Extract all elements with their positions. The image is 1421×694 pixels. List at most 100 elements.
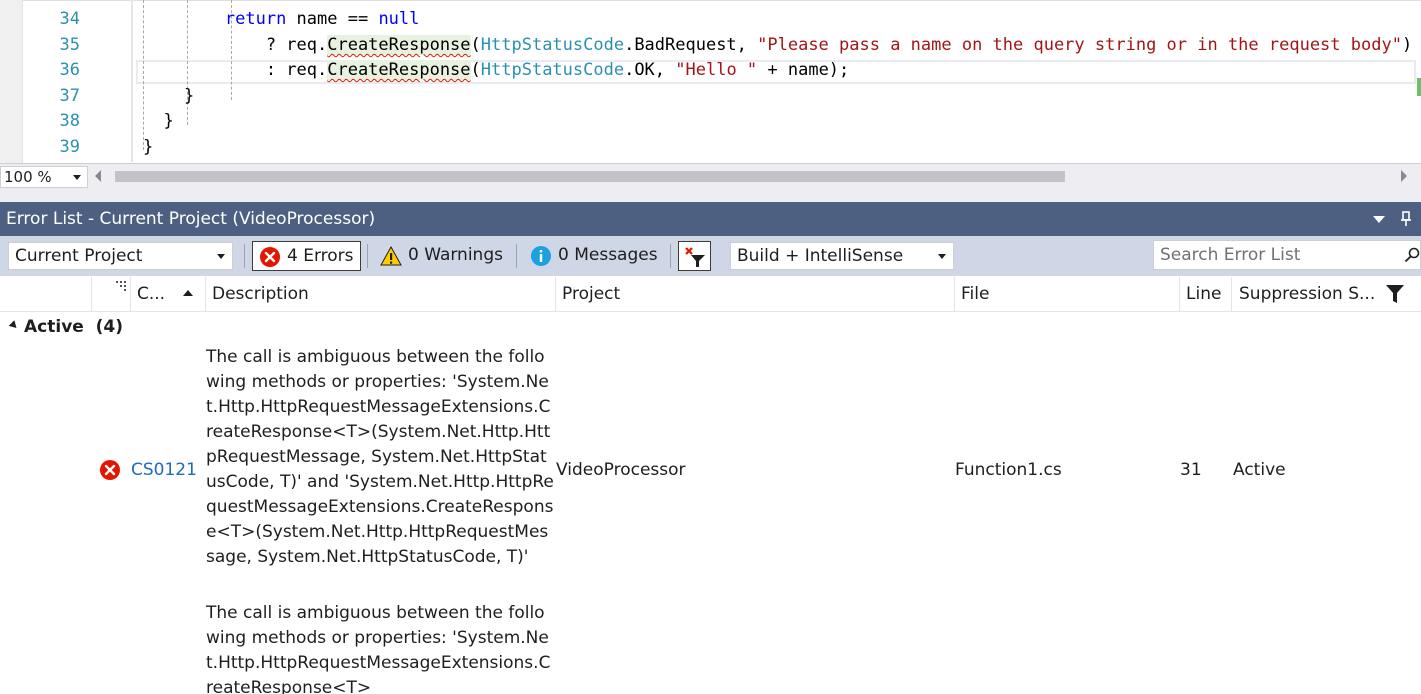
scope-filter-value: Current Project (15, 246, 143, 266)
editor-hscroll-bar: 100 % (0, 163, 1421, 190)
column-separator[interactable] (555, 277, 556, 311)
editor-top-border (0, 0, 1421, 1)
search-icon (1404, 247, 1420, 263)
error-file: Function1.cs (955, 460, 1062, 480)
column-project[interactable]: Project (562, 277, 620, 311)
line-number: 34 (59, 9, 80, 29)
column-separator[interactable] (91, 277, 92, 311)
code-line[interactable]: 35 ? req.CreateResponse(HttpStatusCode.B… (0, 33, 1421, 58)
code-token: ( (470, 60, 481, 80)
line-number: 39 (59, 137, 80, 157)
code-token: + name); (757, 60, 850, 80)
code-token: ) (1401, 35, 1413, 55)
error-list-column-header: C... Description Project File Line Suppr… (0, 277, 1421, 312)
toolbar-separator (367, 244, 368, 268)
error-icon (260, 247, 280, 267)
build-filter-value: Build + IntelliSense (737, 246, 904, 266)
search-error-list-input[interactable]: Search Error List (1153, 240, 1421, 270)
error-list-toolbar: Current Project 4 Errors 0 Warnings 0 Me… (0, 236, 1421, 276)
code-text: return name == null (143, 7, 420, 32)
code-token: ? req. (143, 35, 328, 55)
error-icon (100, 460, 120, 480)
column-code[interactable]: C... (137, 277, 202, 311)
code-token: "Please pass a name on the query string … (757, 35, 1402, 55)
column-separator[interactable] (954, 277, 955, 311)
code-token: : req. (143, 60, 328, 80)
chevron-down-icon (73, 175, 81, 180)
error-line: 31 (1180, 460, 1202, 480)
scroll-left-icon[interactable] (95, 170, 101, 182)
code-text: } (143, 135, 153, 160)
code-text: } (143, 84, 194, 109)
toolbar-separator (516, 244, 517, 268)
code-text: } (143, 109, 174, 134)
line-number: 38 (59, 111, 80, 131)
error-project: VideoProcessor (556, 460, 686, 480)
error-code-link[interactable]: CS0121 (131, 458, 197, 483)
error-squiggle-token: CreateResponse (327, 60, 471, 80)
column-file[interactable]: File (961, 277, 989, 311)
column-separator[interactable] (1179, 277, 1180, 311)
column-code-label: C... (137, 284, 166, 304)
code-token: ( (470, 35, 481, 55)
code-line[interactable]: 37 } (0, 84, 1421, 109)
error-squiggle-token: CreateResponse (327, 35, 471, 55)
code-text: ? req.CreateResponse(HttpStatusCode.BadR… (143, 33, 1412, 58)
search-placeholder: Search Error List (1160, 245, 1301, 265)
error-description: The call is ambiguous between the follow… (206, 347, 554, 567)
messages-toggle-button[interactable]: 0 Messages (524, 241, 664, 271)
clear-filter-icon (685, 247, 705, 267)
column-separator[interactable] (130, 277, 131, 311)
code-token: } (143, 86, 195, 106)
code-token: } (143, 137, 154, 157)
expand-triangle-icon (8, 319, 20, 331)
zoom-dropdown[interactable]: 100 % (0, 166, 88, 188)
scroll-right-icon[interactable] (1401, 170, 1407, 182)
pin-icon[interactable] (1400, 211, 1412, 227)
zoom-value: 100 % (4, 168, 52, 186)
code-text: : req.CreateResponse(HttpStatusCode.OK, … (143, 58, 849, 83)
clear-filter-button[interactable] (678, 241, 711, 271)
code-token: .OK, (624, 60, 676, 80)
hscroll-thumb[interactable] (115, 171, 1065, 182)
code-editor[interactable]: 34 return name == null 35 ? req.CreateRes… (0, 0, 1421, 163)
window-menu-icon[interactable] (1373, 216, 1385, 223)
filter-icon[interactable] (1386, 285, 1404, 303)
column-options-icon[interactable] (116, 281, 126, 291)
column-separator[interactable] (205, 277, 206, 311)
column-suppression[interactable]: Suppression S... (1239, 277, 1375, 311)
group-label: Active (24, 317, 84, 337)
build-filter-dropdown[interactable]: Build + IntelliSense (730, 242, 954, 270)
line-number: 36 (59, 60, 80, 80)
error-list-titlebar[interactable]: Error List - Current Project (VideoProce… (0, 202, 1421, 236)
warnings-label: 0 Warnings (408, 245, 503, 265)
table-row[interactable]: The call is ambiguous between the follow… (0, 601, 1421, 694)
warnings-toggle-button[interactable]: 0 Warnings (374, 241, 510, 271)
scope-filter-dropdown[interactable]: Current Project (8, 242, 233, 270)
code-token: "Hello " (675, 60, 758, 80)
column-description[interactable]: Description (212, 277, 309, 311)
code-token: } (143, 111, 174, 131)
code-token: name == (286, 9, 379, 29)
toolbar-separator (670, 244, 671, 268)
code-line[interactable]: 34 return name == null (0, 7, 1421, 32)
table-row[interactable]: CS0121 The call is ambiguous between the… (0, 345, 1421, 597)
column-separator[interactable] (1231, 277, 1232, 311)
column-line[interactable]: Line (1186, 277, 1221, 311)
toolbar-separator (244, 244, 245, 268)
code-token: return (224, 9, 287, 29)
line-number: 35 (59, 35, 80, 55)
warning-icon (380, 245, 402, 266)
code-line[interactable]: 38 } (0, 109, 1421, 134)
group-header-active[interactable]: Active (4) (8, 314, 123, 340)
sort-ascending-icon (183, 290, 193, 296)
error-description: The call is ambiguous between the follow… (206, 603, 551, 694)
chevron-down-icon (938, 254, 946, 259)
errors-toggle-button[interactable]: 4 Errors (252, 241, 361, 271)
error-list-title: Error List - Current Project (VideoProce… (6, 209, 376, 229)
panel-splitter[interactable] (0, 190, 1421, 202)
code-line[interactable]: 39} (0, 135, 1421, 160)
code-line[interactable]: 36 : req.CreateResponse(HttpStatusCode.O… (0, 58, 1421, 83)
code-token: null (378, 9, 420, 29)
